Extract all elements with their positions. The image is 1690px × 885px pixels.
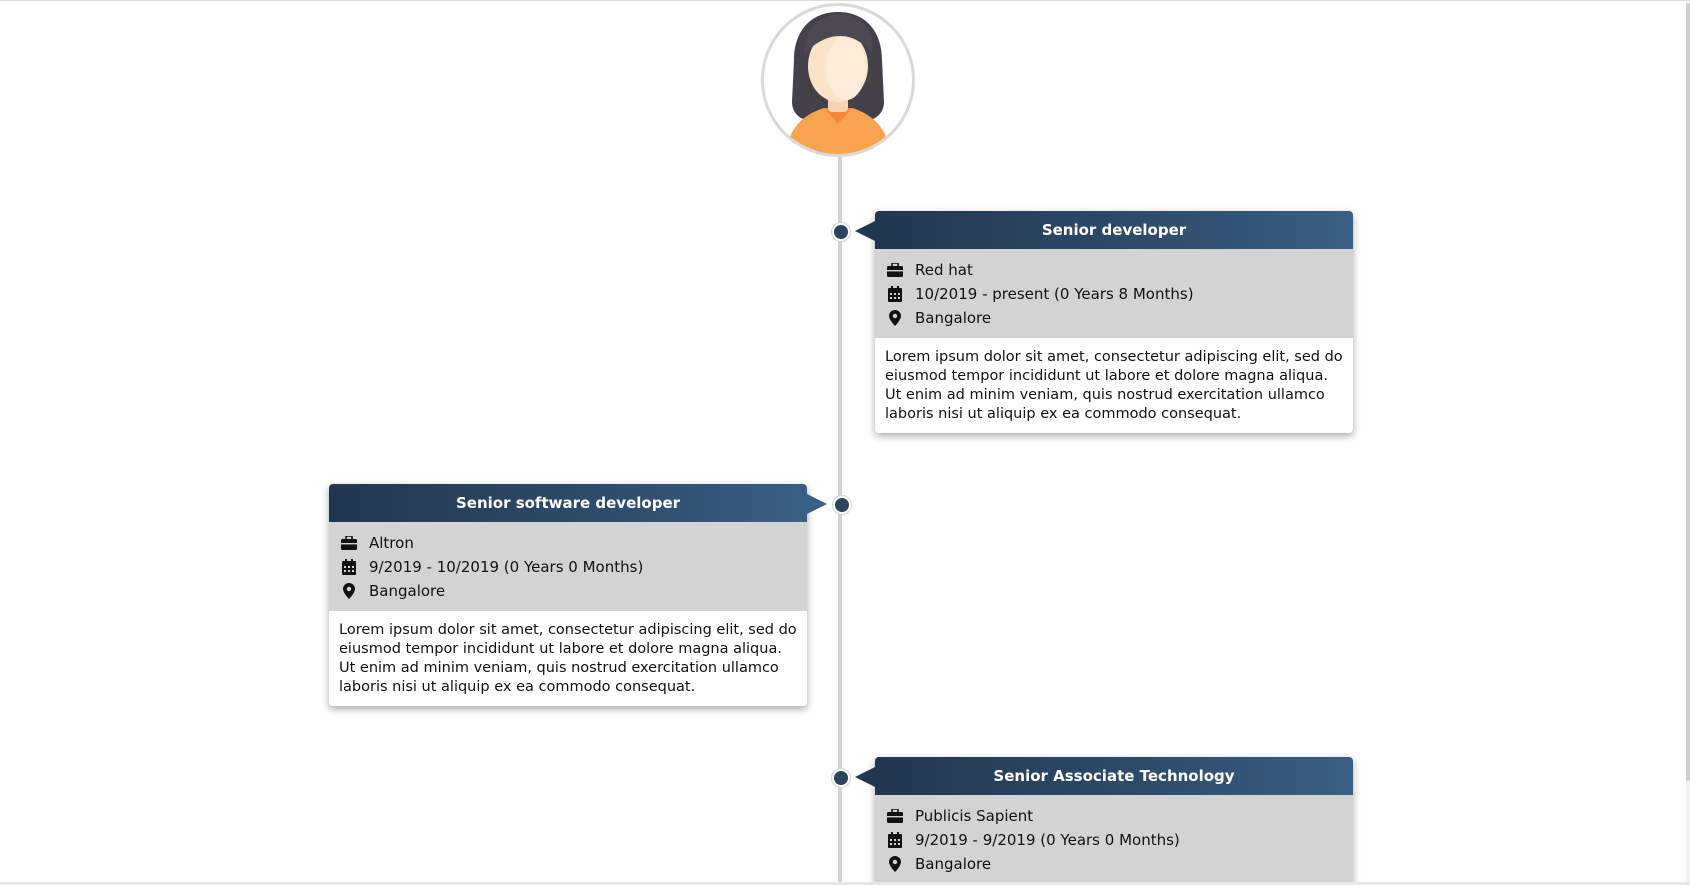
experience-card-header: Senior Associate Technology bbox=[855, 757, 1353, 795]
experience-card-header: Senior software developer bbox=[329, 484, 827, 522]
briefcase-icon bbox=[885, 807, 905, 825]
company-name: Publicis Sapient bbox=[915, 807, 1034, 825]
company-row: Altron bbox=[339, 531, 797, 555]
job-title: Senior software developer bbox=[455, 494, 681, 512]
vertical-scrollbar-thumb[interactable] bbox=[1686, 3, 1690, 781]
map-pin-icon bbox=[885, 855, 905, 873]
experience-card-meta: Red hat 10/2019 - present (0 Years 8 Mon… bbox=[875, 249, 1353, 338]
calendar-icon bbox=[885, 285, 905, 303]
experience-timeline-page: Senior developer Red hat 10/2019 - prese… bbox=[0, 0, 1690, 885]
period-row: 10/2019 - present (0 Years 8 Months) bbox=[885, 282, 1343, 306]
employment-period: 9/2019 - 10/2019 (0 Years 0 Months) bbox=[369, 558, 644, 576]
experience-card: Senior Associate Technology Publicis Sap… bbox=[855, 757, 1353, 884]
experience-card: Senior developer Red hat 10/2019 - prese… bbox=[855, 211, 1353, 433]
company-name: Red hat bbox=[915, 261, 973, 279]
experience-card-meta: Publicis Sapient 9/2019 - 9/2019 (0 Year… bbox=[875, 795, 1353, 884]
briefcase-icon bbox=[339, 534, 359, 552]
job-description: Lorem ipsum dolor sit amet, consectetur … bbox=[875, 338, 1353, 433]
job-title: Senior Associate Technology bbox=[993, 767, 1235, 785]
company-row: Publicis Sapient bbox=[885, 804, 1343, 828]
period-row: 9/2019 - 10/2019 (0 Years 0 Months) bbox=[339, 555, 797, 579]
experience-card: Senior software developer Altron 9/2019 … bbox=[329, 484, 827, 706]
card-pointer bbox=[807, 494, 827, 514]
card-pointer bbox=[855, 221, 875, 241]
timeline-dot bbox=[833, 496, 851, 514]
timeline-dot bbox=[832, 769, 850, 787]
employment-period: 10/2019 - present (0 Years 8 Months) bbox=[915, 285, 1194, 303]
location-row: Bangalore bbox=[885, 852, 1343, 876]
job-description: Lorem ipsum dolor sit amet, consectetur … bbox=[329, 611, 807, 706]
job-location: Bangalore bbox=[369, 582, 446, 600]
calendar-icon bbox=[885, 831, 905, 849]
company-name: Altron bbox=[369, 534, 414, 552]
location-row: Bangalore bbox=[339, 579, 797, 603]
company-row: Red hat bbox=[885, 258, 1343, 282]
employment-period: 9/2019 - 9/2019 (0 Years 0 Months) bbox=[915, 831, 1180, 849]
job-title: Senior developer bbox=[1041, 221, 1187, 239]
job-location: Bangalore bbox=[915, 855, 992, 873]
map-pin-icon bbox=[339, 582, 359, 600]
experience-card-meta: Altron 9/2019 - 10/2019 (0 Years 0 Month… bbox=[329, 522, 807, 611]
map-pin-icon bbox=[885, 309, 905, 327]
briefcase-icon bbox=[885, 261, 905, 279]
job-location: Bangalore bbox=[915, 309, 992, 327]
experience-card-header: Senior developer bbox=[855, 211, 1353, 249]
woman-avatar-icon bbox=[761, 3, 915, 157]
calendar-icon bbox=[339, 558, 359, 576]
period-row: 9/2019 - 9/2019 (0 Years 0 Months) bbox=[885, 828, 1343, 852]
timeline-dot bbox=[832, 223, 850, 241]
card-pointer bbox=[855, 767, 875, 787]
location-row: Bangalore bbox=[885, 306, 1343, 330]
